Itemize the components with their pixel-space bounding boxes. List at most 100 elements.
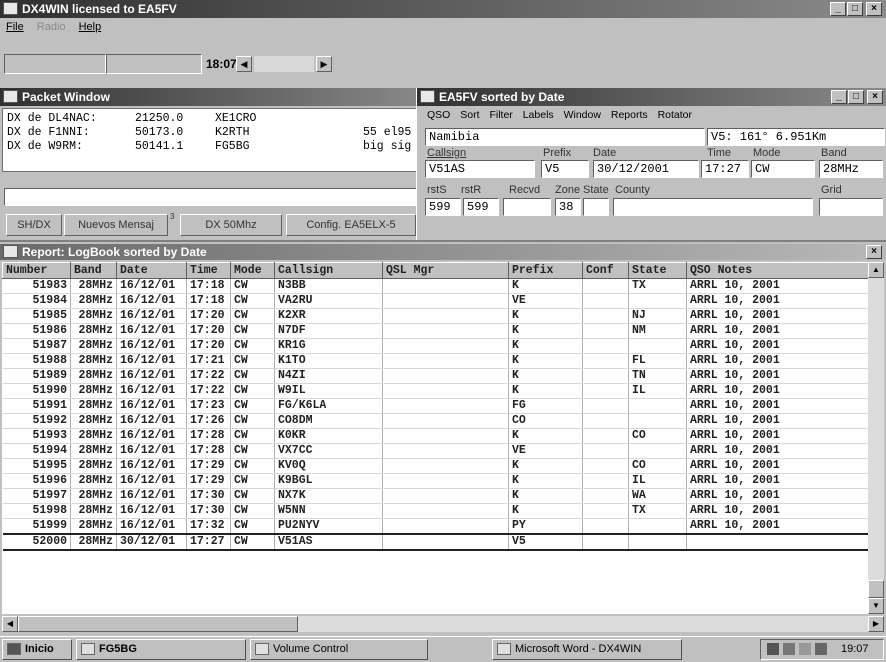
table-cell: ARRL 10, 2001 — [686, 443, 868, 459]
menu-radio[interactable]: Radio — [37, 21, 66, 33]
table-row[interactable]: 52000 28MHz 30/12/01 17:27 CW V51AS V5 — [2, 533, 868, 551]
qso-menubar: QSO Sort Filter Labels Window Reports Ro… — [427, 109, 692, 121]
tray-speaker-icon[interactable] — [783, 643, 795, 655]
task-microsoft-word[interactable]: Microsoft Word - DX4WIN — [492, 639, 682, 660]
table-row[interactable]: 51983 28MHz 16/12/01 17:18 CW N3BB K TX ARRL 10,… — [2, 278, 868, 294]
table-row[interactable]: 51991 28MHz 16/12/01 17:23 CW FG/K6LA FG ARRL 1… — [2, 398, 868, 414]
table-cell: CW — [230, 533, 275, 551]
qso-maximize-button[interactable]: □ — [848, 90, 864, 104]
table-cell: N7DF — [274, 323, 383, 339]
state-label: State — [583, 184, 609, 196]
table-row[interactable]: 51995 28MHz 16/12/01 17:29 CW KV0Q K CO ARRL 10,… — [2, 458, 868, 474]
table-row[interactable]: 51997 28MHz 16/12/01 17:30 CW NX7K K WA ARRL 10,… — [2, 488, 868, 504]
prefix-input[interactable]: V5 — [541, 160, 589, 178]
maximize-button[interactable]: □ — [847, 2, 863, 16]
column-header[interactable]: Callsign — [274, 262, 383, 279]
horizontal-scroll-thumb[interactable] — [18, 616, 298, 632]
table-row[interactable]: 51999 28MHz 16/12/01 17:32 CW PU2NYV PY ARRL 10… — [2, 518, 868, 535]
tray-network-icon[interactable] — [767, 643, 779, 655]
column-header[interactable]: Date — [116, 262, 187, 279]
table-row[interactable]: 51992 28MHz 16/12/01 17:26 CW CO8DM CO ARRL 10,… — [2, 413, 868, 429]
qso-menu-window[interactable]: Window — [564, 109, 601, 121]
sh-dx-button[interactable]: SH/DX — [6, 214, 62, 236]
table-cell: CW — [230, 293, 275, 309]
table-row[interactable]: 51985 28MHz 16/12/01 17:20 CW K2XR K NJ ARRL 10,… — [2, 308, 868, 324]
table-row[interactable]: 51996 28MHz 16/12/01 17:29 CW K9BGL K IL ARRL 10… — [2, 473, 868, 489]
table-cell: 17:22 — [186, 383, 231, 399]
scroll-right-button[interactable]: ▶ — [316, 56, 332, 72]
column-header[interactable]: Prefix — [508, 262, 583, 279]
start-button[interactable]: Inicio — [2, 639, 72, 660]
task-fg5bg[interactable]: FG5BG — [76, 639, 246, 660]
scroll-left-arrow[interactable]: ◀ — [2, 616, 18, 632]
table-row[interactable]: 51988 28MHz 16/12/01 17:21 CW K1TO K FL ARRL 10,… — [2, 353, 868, 369]
column-header[interactable]: Conf — [582, 262, 629, 279]
qso-menu-qso[interactable]: QSO — [427, 109, 450, 121]
column-header[interactable]: QSL Mgr — [382, 262, 509, 279]
vertical-scrollbar[interactable]: ▲ ▼ — [868, 262, 884, 614]
table-cell: 28MHz — [70, 368, 117, 384]
qso-menu-reports[interactable]: Reports — [611, 109, 648, 121]
scroll-thumb[interactable] — [868, 580, 884, 598]
minimize-button[interactable]: _ — [830, 2, 846, 16]
scroll-left-button[interactable]: ◀ — [236, 56, 252, 72]
state-input[interactable] — [583, 198, 609, 216]
mode-input[interactable]: CW — [751, 160, 815, 178]
table-cell: ARRL 10, 2001 — [686, 458, 868, 474]
table-row[interactable]: 51990 28MHz 16/12/01 17:22 CW W9IL K IL ARRL 10,… — [2, 383, 868, 399]
qso-menu-labels[interactable]: Labels — [523, 109, 554, 121]
tray-printer-icon[interactable] — [815, 643, 827, 655]
tray-monitor-icon[interactable] — [799, 643, 811, 655]
scroll-up-button[interactable]: ▲ — [868, 262, 884, 278]
report-close-button[interactable]: × — [866, 245, 882, 259]
packet-command-input[interactable] — [4, 188, 428, 206]
nuevos-mensajes-button[interactable]: Nuevos Mensaj — [64, 214, 168, 236]
report-window-title: Report: LogBook sorted by Date — [22, 245, 207, 259]
tray-clock[interactable]: 19:07 — [841, 643, 869, 655]
table-row[interactable]: 51994 28MHz 16/12/01 17:28 CW VX7CC VE ARRL 10,… — [2, 443, 868, 459]
grid-input[interactable] — [819, 198, 883, 216]
scroll-right-arrow[interactable]: ▶ — [868, 616, 884, 632]
column-header[interactable]: Number — [2, 262, 71, 279]
table-row[interactable]: 51998 28MHz 16/12/01 17:30 CW W5NN K TX ARRL 10,… — [2, 503, 868, 519]
qso-close-button[interactable]: × — [867, 90, 883, 104]
column-header[interactable]: Band — [70, 262, 117, 279]
table-row[interactable]: 51986 28MHz 16/12/01 17:20 CW N7DF K NM ARRL 10,… — [2, 323, 868, 339]
scroll-down-button[interactable]: ▼ — [868, 598, 884, 614]
callsign-input[interactable]: V51AS — [425, 160, 535, 178]
app-icon — [3, 2, 18, 15]
packet-spot-list[interactable]: DX de DL4NAC: 21250.0 XE1CRO DX de F1NNI: 5… — [2, 108, 430, 172]
time-input[interactable]: 17:27 — [701, 160, 749, 178]
rsts-input[interactable]: 599 — [425, 198, 461, 216]
horizontal-scrollbar[interactable]: ◀ ▶ — [2, 616, 884, 632]
table-row[interactable]: 51993 28MHz 16/12/01 17:28 CW K0KR K CO ARRL 10,… — [2, 428, 868, 444]
rstr-input[interactable]: 599 — [463, 198, 499, 216]
county-input[interactable] — [613, 198, 813, 216]
qso-menu-sort[interactable]: Sort — [460, 109, 479, 121]
table-row[interactable]: 51984 28MHz 16/12/01 17:18 CW VA2RU VE ARRL 10,… — [2, 293, 868, 309]
band-input[interactable]: 28MHz — [819, 160, 883, 178]
zone-input[interactable]: 38 — [555, 198, 581, 216]
status-slider-track[interactable] — [254, 56, 314, 72]
table-row[interactable]: 51987 28MHz 16/12/01 17:20 CW KR1G K ARRL 10, 2… — [2, 338, 868, 354]
table-cell: 17:22 — [186, 368, 231, 384]
qso-minimize-button[interactable]: _ — [831, 90, 847, 104]
column-header[interactable]: State — [628, 262, 687, 279]
menu-file[interactable]: File — [6, 21, 24, 33]
qso-menu-rotator[interactable]: Rotator — [658, 109, 692, 121]
menu-help[interactable]: Help — [79, 21, 102, 33]
task-volume-control[interactable]: Volume Control — [250, 639, 428, 660]
column-header[interactable]: Time — [186, 262, 231, 279]
table-row[interactable]: 51989 28MHz 16/12/01 17:22 CW N4ZI K TN ARRL 10,… — [2, 368, 868, 384]
table-cell: PY — [508, 518, 583, 535]
close-button[interactable]: × — [866, 2, 882, 16]
column-header[interactable]: Mode — [230, 262, 275, 279]
date-input[interactable]: 30/12/2001 — [593, 160, 699, 178]
dx-50mhz-button[interactable]: DX 50Mhz — [180, 214, 282, 236]
recvd-input[interactable] — [503, 198, 551, 216]
table-cell: 51993 — [2, 428, 71, 444]
config-ea5elx-button[interactable]: Config. EA5ELX-5 — [286, 214, 416, 236]
qso-menu-filter[interactable]: Filter — [489, 109, 512, 121]
table-cell: VE — [508, 293, 583, 309]
column-header[interactable]: QSO Notes — [686, 262, 868, 279]
